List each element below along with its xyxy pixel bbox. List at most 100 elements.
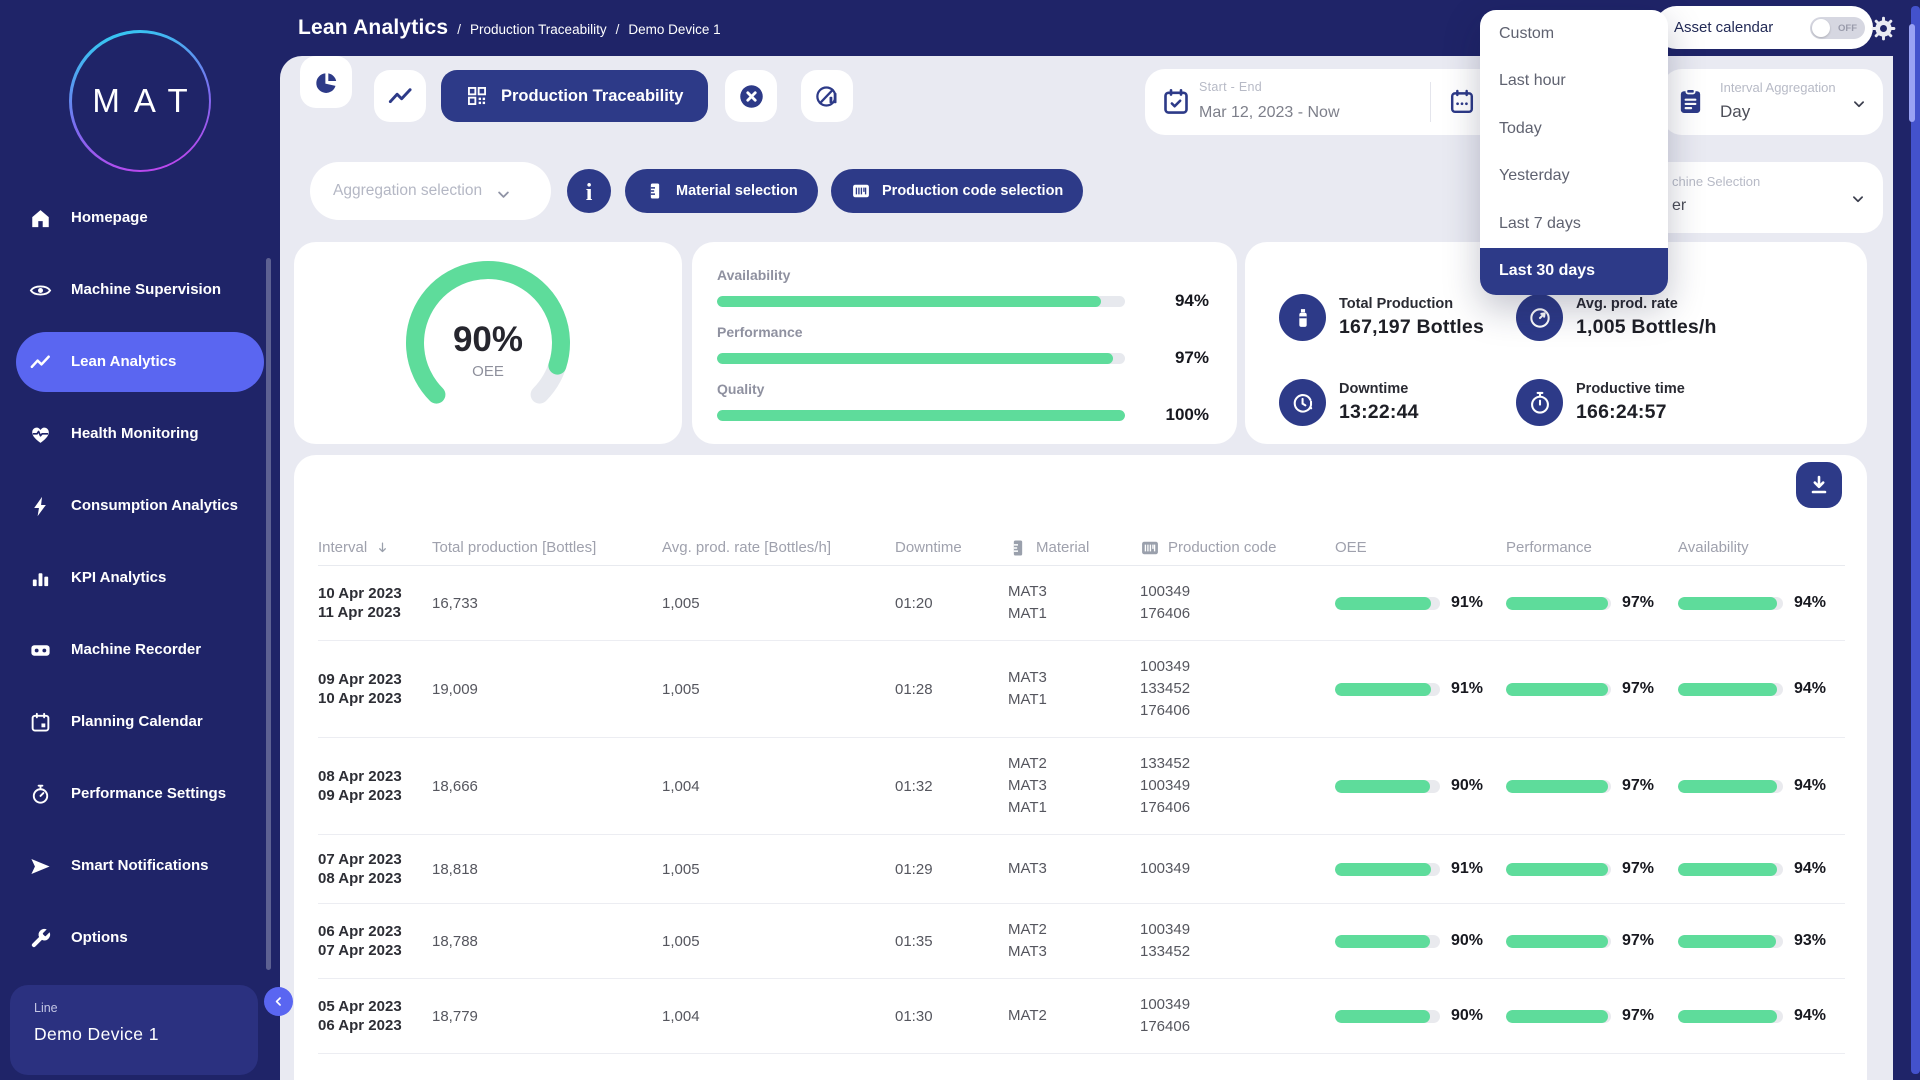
- menu-scrollbar[interactable]: [1909, 24, 1915, 122]
- cell-performance: 97%: [1506, 1007, 1678, 1025]
- interval-aggregation-select[interactable]: Interval Aggregation Day: [1662, 69, 1883, 135]
- cell-downtime: 01:30: [895, 1008, 1008, 1025]
- production-code-selection-label: Production code selection: [882, 183, 1063, 199]
- trend-view-button[interactable]: [374, 70, 426, 122]
- table-row[interactable]: 05 Apr 202306 Apr 202318,7791,00401:30MA…: [318, 979, 1845, 1054]
- table-row[interactable]: 08 Apr 202309 Apr 202318,6661,00401:32MA…: [318, 738, 1845, 835]
- sidebar-item-performance-settings[interactable]: Performance Settings: [16, 758, 264, 830]
- menu-item-last-hour[interactable]: Last hour: [1480, 58, 1668, 106]
- percent-bar: 91%: [1335, 860, 1506, 878]
- percent-bar: 97%: [1506, 932, 1678, 950]
- stat-value: 167,197 Bottles: [1339, 316, 1484, 339]
- column-header-interval[interactable]: Interval: [318, 539, 432, 556]
- stat-label: Avg. prod. rate: [1576, 296, 1717, 312]
- material-selection-button[interactable]: Material selection: [625, 169, 818, 213]
- date-preset-icon[interactable]: [1448, 88, 1476, 116]
- column-label: Performance: [1506, 539, 1592, 556]
- sidebar-item-label: Planning Calendar: [71, 713, 243, 732]
- sidebar-item-smart-notifications[interactable]: Smart Notifications: [16, 830, 264, 902]
- stat-productive-time: Productive time166:24:57: [1516, 360, 1867, 445]
- stat-downtime: Downtime13:22:44: [1279, 360, 1516, 445]
- column-label: Avg. prod. rate [Bottles/h]: [662, 539, 831, 556]
- table-header: IntervalTotal production [Bottles]Avg. p…: [318, 530, 1845, 566]
- logo-text: MAT: [72, 33, 209, 170]
- percent-bar: 90%: [1335, 1007, 1506, 1025]
- tab-production-traceability[interactable]: Production Traceability: [441, 70, 708, 122]
- device-card[interactable]: Line Demo Device 1: [10, 985, 258, 1075]
- cell-avg-prod-rate: 1,005: [662, 933, 895, 950]
- sidebar-item-options[interactable]: Options: [16, 902, 264, 974]
- sidebar-item-consumption-analytics[interactable]: Consumption Analytics: [16, 470, 264, 542]
- sidebar-item-homepage[interactable]: Homepage: [16, 182, 264, 254]
- page-scrollbar[interactable]: [1911, 6, 1920, 1074]
- stat-total-production: Total Production 167,197 Bottles: [1279, 275, 1516, 360]
- cell-oee: 90%: [1335, 1007, 1506, 1025]
- breadcrumb-section[interactable]: Production Traceability: [470, 22, 607, 37]
- stat-label: Total Production: [1339, 296, 1484, 312]
- column-header-oee[interactable]: OEE: [1335, 539, 1506, 556]
- column-header-availability[interactable]: Availability: [1678, 539, 1840, 556]
- column-header-avg-prod-rate-bottles-h-[interactable]: Avg. prod. rate [Bottles/h]: [662, 539, 895, 556]
- menu-item-yesterday[interactable]: Yesterday: [1480, 153, 1668, 201]
- sidebar-item-kpi-analytics[interactable]: KPI Analytics: [16, 542, 264, 614]
- speedometer-icon: [1527, 305, 1553, 331]
- breadcrumb: Lean Analytics / Production Traceability…: [298, 0, 721, 56]
- cell-production-codes: 133452100349176406: [1140, 753, 1335, 819]
- sidebar-item-lean-analytics[interactable]: Lean Analytics: [16, 332, 264, 392]
- pie-chart-view-button[interactable]: [300, 56, 352, 108]
- sidebar-collapse-button[interactable]: [264, 987, 293, 1016]
- table-row[interactable]: 06 Apr 202307 Apr 202318,7881,00501:35MA…: [318, 904, 1845, 979]
- stat-label: Downtime: [1339, 381, 1419, 397]
- date-range-label: Start - End: [1199, 80, 1262, 94]
- close-icon: [738, 83, 765, 110]
- interval-aggregation-label: Interval Aggregation: [1720, 80, 1836, 95]
- sidebar-item-planning-calendar[interactable]: Planning Calendar: [16, 686, 264, 758]
- menu-item-last-30-days[interactable]: Last 30 days: [1480, 248, 1668, 296]
- asset-calendar-toggle[interactable]: OFF: [1810, 17, 1865, 39]
- menu-item-last-7-days[interactable]: Last 7 days: [1480, 200, 1668, 248]
- breadcrumb-device[interactable]: Demo Device 1: [628, 22, 720, 37]
- column-header-material[interactable]: Material: [1008, 538, 1140, 558]
- stat-icon-circle: [1516, 379, 1563, 426]
- production-code-selection-button[interactable]: Production code selection: [831, 169, 1083, 213]
- cell-avg-prod-rate: 1,004: [662, 1008, 895, 1025]
- percent-bar: 97%: [1506, 860, 1678, 878]
- oee-gauge-card: 90% OEE: [294, 242, 682, 444]
- settings-gear-icon[interactable]: [1870, 15, 1897, 42]
- kpi-bar-quality: Quality100%: [717, 381, 1209, 425]
- info-button[interactable]: i: [567, 169, 611, 213]
- close-view-button[interactable]: [725, 70, 777, 122]
- sidebar-item-machine-recorder[interactable]: Machine Recorder: [16, 614, 264, 686]
- column-header-performance[interactable]: Performance: [1506, 539, 1678, 556]
- sort-down-icon[interactable]: [375, 540, 390, 555]
- column-label: Availability: [1678, 539, 1749, 556]
- sidebar-item-label: Homepage: [71, 209, 243, 228]
- cell-interval: 07 Apr 202308 Apr 2023: [318, 850, 432, 888]
- download-button[interactable]: [1796, 462, 1842, 508]
- table-row[interactable]: 07 Apr 202308 Apr 202318,8181,00501:29MA…: [318, 835, 1845, 904]
- sidebar-item-label: Smart Notifications: [71, 857, 243, 876]
- percent-bar: 91%: [1335, 594, 1506, 612]
- sidebar-item-label: Performance Settings: [71, 785, 243, 804]
- tab-label: Production Traceability: [501, 87, 683, 106]
- sidebar-item-health-monitoring[interactable]: Health Monitoring: [16, 398, 264, 470]
- chevron-left-icon: [271, 994, 286, 1009]
- menu-item-custom[interactable]: Custom: [1480, 10, 1668, 58]
- date-range-card[interactable]: Start - End Mar 12, 2023 - Now: [1145, 69, 1522, 135]
- cell-materials: MAT3MAT1: [1008, 667, 1140, 711]
- aggregation-select[interactable]: Aggregation selection: [310, 162, 551, 220]
- sidebar-item-machine-supervision[interactable]: Machine Supervision: [16, 254, 264, 326]
- column-header-production-code[interactable]: Production code: [1140, 538, 1335, 558]
- table-row[interactable]: 09 Apr 202310 Apr 202319,0091,00501:28MA…: [318, 641, 1845, 738]
- sidebar-scrollbar[interactable]: [266, 258, 271, 970]
- cell-interval: 09 Apr 202310 Apr 2023: [318, 670, 432, 708]
- column-header-downtime[interactable]: Downtime: [895, 539, 1008, 556]
- pie-chart-icon: [313, 69, 340, 96]
- column-header-total-production-bottles-[interactable]: Total production [Bottles]: [432, 539, 662, 556]
- table-row[interactable]: 10 Apr 202311 Apr 202316,7331,00501:20MA…: [318, 566, 1845, 641]
- sidebar-item-label: Machine Recorder: [71, 641, 243, 660]
- no-data-view-button[interactable]: [801, 70, 853, 122]
- menu-item-today[interactable]: Today: [1480, 105, 1668, 153]
- cell-downtime: 01:32: [895, 778, 1008, 795]
- stat-label: Productive time: [1576, 381, 1685, 397]
